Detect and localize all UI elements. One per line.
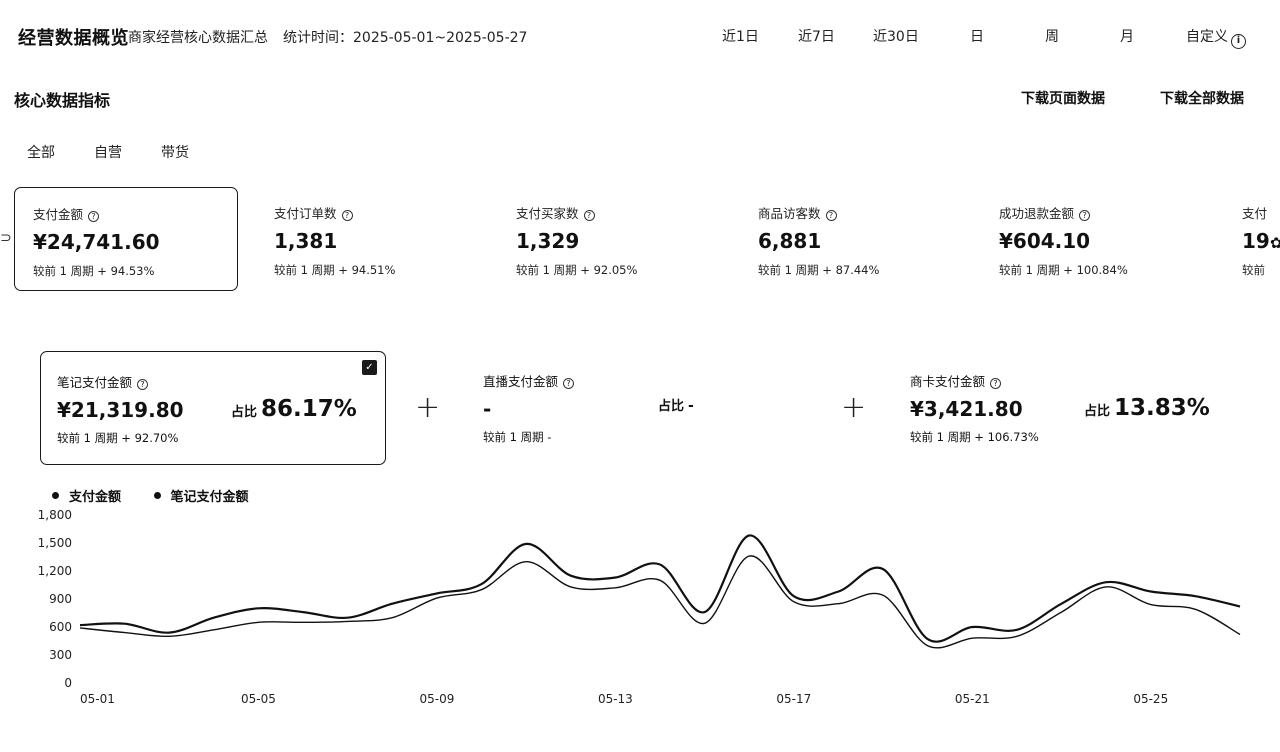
metric-compare: 较前 1 周期 + 100.84% [999,263,1128,277]
help-icon[interactable]: ? [583,210,595,221]
metric-label: 支付 [1242,206,1268,221]
metric-value: ¥604.10 [999,229,1091,253]
page-title: 经营数据概览 [18,28,129,49]
legend-dot [52,492,59,499]
tab-last-30-days[interactable]: 近30日 [873,26,919,46]
x-tick-label: 05-21 [955,692,990,706]
channel-card-note[interactable]: ✓ 笔记支付金额? ¥21,319.80 较前 1 周期 + 92.70% 占比… [40,351,386,465]
scope-tab-all[interactable]: 全部 [27,142,55,162]
scope-tab-affiliate[interactable]: 带货 [161,142,189,162]
metric-card-buyer-count[interactable]: 支付买家数? 1,329 较前 1 周期 + 92.05% [498,187,722,291]
y-tick-label: 0 [64,676,72,690]
plus-icon: + [841,390,867,425]
page-subtitle: 商家经营核心数据汇总 [128,30,268,46]
channel-value: - [483,397,492,421]
top-bar: 经营数据概览 商家经营核心数据汇总 统计时间：2025-05-01~2025-0… [0,0,1280,70]
checkbox-icon[interactable]: ✓ [362,360,377,375]
y-tick-label: 1,200 [38,564,72,578]
metric-label: 支付订单数? [274,203,353,222]
channel-label: 商卡支付金额? [910,371,1002,390]
metric-compare: 较前 1 周期 + 92.05% [516,263,638,277]
metric-card-payment-amount[interactable]: 支付金额? ¥24,741.60 较前 1 周期 + 94.53% [14,187,238,291]
tab-month[interactable]: 月 [1120,26,1134,46]
metric-value: 1,381 [274,229,338,253]
legend-dot [153,492,161,499]
tab-last-7-days[interactable]: 近7日 [798,26,835,46]
settings-icon[interactable]: ✿ [1270,234,1280,252]
tab-custom-label: 自定义 [1186,29,1228,45]
statistics-period: 统计时间：2025-05-01~2025-05-27 [283,30,528,46]
download-page-data-button[interactable]: 下载页面数据 [1021,88,1105,108]
plus-icon: + [415,390,441,425]
channel-card-live[interactable]: 直播支付金额? - 较前 1 周期 - 占比 - [467,351,807,465]
channel-label: 笔记支付金额? [57,372,149,391]
x-tick-label: 05-13 [598,692,633,706]
channel-share: 占比 86.17% [231,396,357,422]
tab-last-1-day[interactable]: 近1日 [722,26,759,46]
tab-day[interactable]: 日 [970,26,984,46]
y-tick-label: 600 [49,620,72,634]
channel-value: ¥3,421.80 [910,397,1023,421]
metric-value: 19✿ [1242,229,1280,253]
metric-label: 成功退款金额? [999,203,1091,222]
y-tick-label: 300 [49,648,72,662]
metric-label: 支付金额? [33,204,100,223]
y-tick-label: 1,800 [38,508,72,522]
metric-label: 商品访客数? [758,203,837,222]
x-tick-label: 05-17 [776,692,811,706]
channel-value: ¥21,319.80 [57,398,184,422]
x-tick-label: 05-09 [419,692,454,706]
metric-compare: 较前 1 周期 + 87.44% [758,263,880,277]
metric-value: ¥24,741.60 [33,230,160,254]
info-icon[interactable]: i [1231,34,1246,49]
channel-label: 直播支付金额? [483,371,575,390]
metric-card-visitor-count[interactable]: 商品访客数? 6,881 较前 1 周期 + 87.44% [740,187,964,291]
metric-card-order-count[interactable]: 支付订单数? 1,381 较前 1 周期 + 94.51% [256,187,480,291]
help-icon[interactable]: ? [990,378,1002,389]
help-icon[interactable]: ? [563,378,575,389]
channel-compare: 较前 1 周期 - [483,430,552,444]
metric-card-refund-amount[interactable]: 成功退款金额? ¥604.10 较前 1 周期 + 100.84% [981,187,1205,291]
help-icon[interactable]: ? [1079,210,1091,221]
y-tick-label: 1,500 [38,536,72,550]
download-all-data-button[interactable]: 下载全部数据 [1160,88,1244,108]
metric-compare: 较前 1 周期 + 94.51% [274,263,396,277]
x-tick-label: 05-05 [241,692,276,706]
channel-compare: 较前 1 周期 + 92.70% [57,431,179,445]
y-tick-label: 900 [49,592,72,606]
channel-compare: 较前 1 周期 + 106.73% [910,430,1039,444]
tab-custom[interactable]: 自定义 i [1186,26,1246,49]
x-tick-label: 05-25 [1133,692,1168,706]
help-icon[interactable]: ? [88,211,100,222]
tab-week[interactable]: 周 [1045,26,1059,46]
scope-tab-self-operated[interactable]: 自营 [94,142,122,162]
trend-line-chart: 0 300 600 900 1,200 1,500 1,800 05-01 05-05 05-09… [38,508,1241,706]
scroll-left-indicator[interactable]: ⊃ [0,230,12,246]
x-tick-label: 05-01 [80,692,115,706]
section-title: 核心数据指标 [14,91,111,110]
channel-share: 占比 13.83% [1084,395,1210,421]
channel-share: 占比 - [658,398,694,414]
metric-compare: 较前 1 周期 + 94.53% [33,264,155,278]
metric-value: 1,329 [516,229,580,253]
series-line-payment-amount [79,534,1241,643]
metric-label: 支付买家数? [516,203,595,222]
help-icon[interactable]: ? [341,210,353,221]
metric-compare: 较前 [1242,263,1265,277]
channel-card-product-card[interactable]: 商卡支付金额? ¥3,421.80 较前 1 周期 + 106.73% 占比 13… [894,351,1234,465]
metric-card-partial[interactable]: 支付 19✿ 较前 [1224,187,1280,291]
metric-value: 6,881 [758,229,822,253]
help-icon[interactable]: ? [825,210,837,221]
help-icon[interactable]: ? [137,379,149,390]
